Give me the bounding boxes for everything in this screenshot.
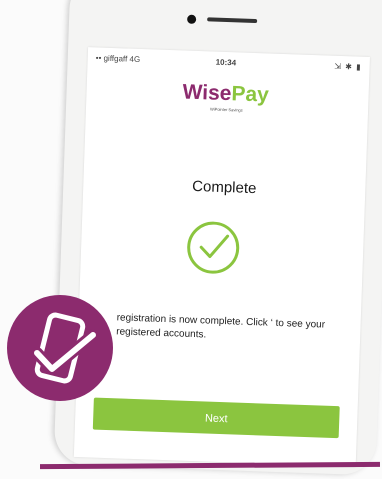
logo-tagline: WiPointer Savings (209, 106, 243, 113)
page-title: Complete (191, 177, 257, 198)
phone-device: •• giffgaff 4G 10:34 ⇲ ✱ ▮ WisePay WiPoi… (53, 0, 382, 476)
carrier-label: •• giffgaff 4G (95, 53, 141, 65)
phone-check-badge-icon (7, 295, 113, 401)
status-bar: •• giffgaff 4G 10:34 ⇲ ✱ ▮ (87, 53, 369, 77)
next-button[interactable]: Next (92, 397, 340, 439)
check-mark-svg (199, 234, 230, 259)
logo-text-main: Wise (182, 80, 232, 106)
status-icons: ⇲ ✱ ▮ (334, 61, 362, 72)
status-time: 10:34 (215, 57, 237, 68)
app-screen: •• giffgaff 4G 10:34 ⇲ ✱ ▮ WisePay WiPoi… (73, 47, 370, 467)
camera-dot (187, 14, 197, 24)
logo-text-tail: Pay (231, 82, 270, 107)
wisepay-logo: WisePay (182, 81, 269, 108)
check-circle-icon (186, 220, 241, 275)
badge-phone-svg (31, 312, 99, 384)
completion-message: registration is now complete. Click ‘ to… (116, 312, 326, 341)
speaker-slot (207, 17, 258, 24)
